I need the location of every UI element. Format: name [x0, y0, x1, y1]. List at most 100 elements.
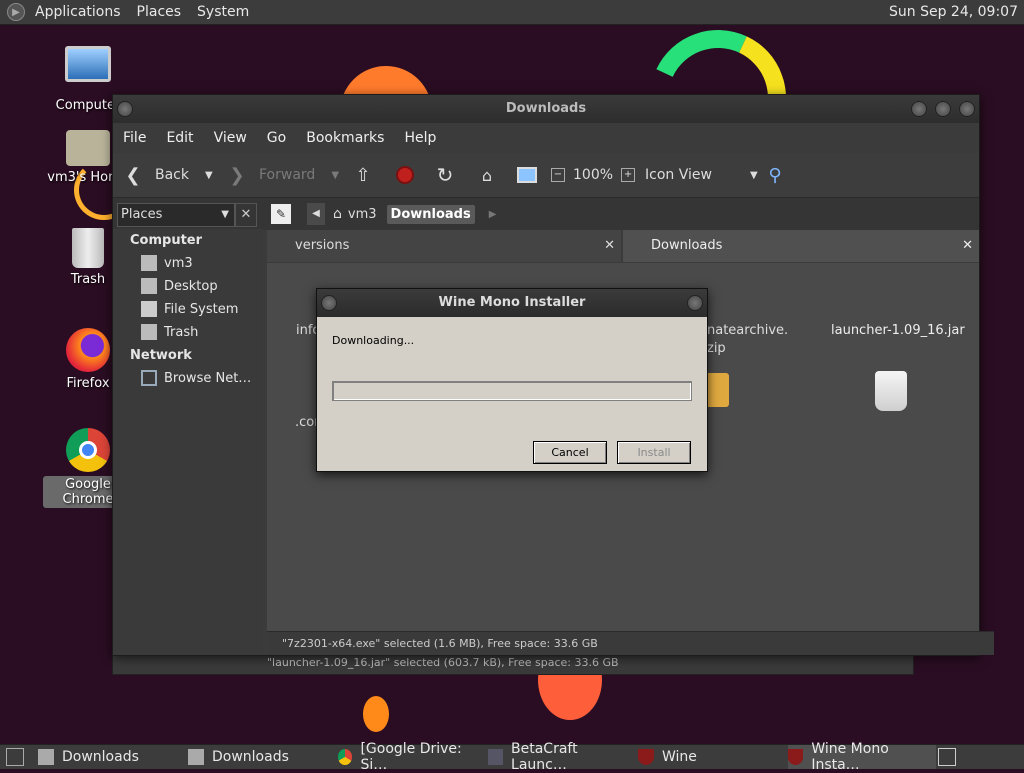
download-status-text: Downloading...: [332, 334, 415, 347]
back-button[interactable]: ❮ Back ▼: [123, 153, 213, 197]
home-icon: [141, 255, 157, 271]
breadcrumb-downloads[interactable]: Downloads: [386, 204, 475, 224]
folder-icon: [38, 749, 54, 765]
tab-downloads[interactable]: Downloads ✕: [623, 230, 979, 262]
show-desktop-button[interactable]: [6, 745, 32, 769]
top-panel: ▶ Applications Places System Sun Sep 24,…: [0, 0, 1024, 25]
maximize-button[interactable]: [935, 101, 951, 117]
task-betacraft[interactable]: BetaCraft Launc…: [488, 741, 630, 773]
task-downloads-1[interactable]: Downloads: [38, 745, 180, 769]
breadcrumb-home-icon: ⌂: [333, 206, 342, 222]
breadcrumb-vm3[interactable]: vm3: [348, 207, 377, 222]
window-menu-button[interactable]: [117, 101, 133, 117]
search-button[interactable]: ⚲: [765, 153, 785, 197]
clock[interactable]: Sun Sep 24, 09:07: [889, 4, 1018, 20]
search-icon: ⚲: [768, 164, 782, 186]
close-tab-icon[interactable]: ✕: [962, 230, 973, 262]
drive-icon: [141, 301, 157, 317]
file-label-natearchive[interactable]: natearchive.: [707, 323, 788, 338]
java-icon: [488, 749, 504, 765]
forward-label: Forward: [259, 167, 316, 183]
chrome-icon: [66, 428, 110, 472]
menu-file[interactable]: File: [113, 130, 156, 146]
close-sidebar-button[interactable]: ✕: [235, 203, 257, 227]
task-wine[interactable]: Wine: [638, 745, 780, 769]
system-menu[interactable]: System: [189, 4, 257, 20]
jar-file-icon[interactable]: [875, 371, 907, 411]
forward-history-chevron-icon[interactable]: ▼: [331, 170, 339, 181]
file-label-zip[interactable]: zip: [707, 341, 726, 356]
task-downloads-2[interactable]: Downloads: [188, 745, 330, 769]
dialog-close-button[interactable]: [687, 295, 703, 311]
up-button[interactable]: ⇧: [353, 153, 373, 197]
places-menu[interactable]: Places: [129, 4, 190, 20]
breadcrumb-left-arrow-icon[interactable]: ◀: [307, 203, 325, 225]
menu-edit[interactable]: Edit: [156, 130, 203, 146]
sidebar-heading-network: Network: [130, 348, 192, 363]
window-title: Downloads: [505, 101, 587, 116]
wine-icon: [638, 749, 654, 765]
places-selector-label: Places: [121, 207, 163, 222]
zoom-control[interactable]: − 100% +: [551, 153, 636, 197]
applications-menu[interactable]: Applications: [27, 4, 129, 20]
menu-go[interactable]: Go: [257, 130, 296, 146]
task-wine-mono-installer[interactable]: Wine Mono Insta…: [788, 741, 936, 773]
cancel-button[interactable]: Cancel: [533, 441, 607, 464]
network-icon: [141, 370, 157, 386]
menu-help[interactable]: Help: [394, 130, 446, 146]
dialog-titlebar[interactable]: Wine Mono Installer: [317, 289, 707, 317]
menu-view[interactable]: View: [204, 130, 257, 146]
menu-bookmarks[interactable]: Bookmarks: [296, 130, 394, 146]
forward-button[interactable]: ❯ Forward ▼: [227, 153, 339, 197]
close-tab-icon[interactable]: ✕: [604, 230, 615, 262]
sidebar: Computer vm3 Desktop File System Trash N…: [113, 229, 263, 655]
workspace-icon: [938, 748, 956, 766]
folder-icon: [188, 749, 204, 765]
dialog-menu-button[interactable]: [321, 295, 337, 311]
sidebar-item-vm3[interactable]: vm3: [141, 255, 193, 271]
background-status-text: "launcher-1.09_16.jar" selected (603.7 k…: [267, 656, 619, 669]
home-icon: ⌂: [481, 165, 493, 185]
toolbar: ❮ Back ▼ ❯ Forward ▼ ⇧ ↻ ⌂ − 100% + Icon…: [113, 153, 979, 198]
wine-mono-installer-dialog[interactable]: Wine Mono Installer Downloading... Cance…: [316, 288, 708, 472]
minimize-button[interactable]: [911, 101, 927, 117]
home-button[interactable]: ⌂: [477, 153, 497, 197]
distro-logo-icon[interactable]: ▶: [7, 3, 25, 21]
tab-versions[interactable]: versions ✕: [267, 230, 621, 262]
dialog-body: Downloading... Cancel Install: [317, 317, 707, 471]
workspace-switcher[interactable]: [938, 745, 964, 769]
chrome-icon: [338, 749, 353, 765]
trash-icon: [72, 228, 104, 268]
sidebar-item-browse-network[interactable]: Browse Net…: [141, 370, 251, 386]
taskbar: Downloads Downloads [Google Drive: Si… B…: [0, 741, 1024, 773]
places-selector[interactable]: Places ▼: [117, 203, 235, 227]
computer-icon: [65, 46, 111, 82]
file-label-launcher-jar[interactable]: launcher-1.09_16.jar: [831, 323, 965, 338]
wallpaper-orange-blob-small: [363, 696, 389, 732]
sidebar-item-desktop[interactable]: Desktop: [141, 278, 218, 294]
desktop-folder-icon: [141, 278, 157, 294]
sidebar-item-trash[interactable]: Trash: [141, 324, 198, 340]
zoom-out-icon[interactable]: −: [551, 168, 565, 182]
close-button[interactable]: [959, 101, 975, 117]
computer-icon: [517, 165, 537, 185]
location-bar: Places ▼ ✕ ✎ ◀ ⌂ vm3 Downloads ▶: [113, 198, 979, 230]
stop-button[interactable]: [395, 153, 415, 197]
edit-location-icon[interactable]: ✎: [271, 204, 291, 224]
computer-button[interactable]: [517, 153, 537, 197]
view-mode-select[interactable]: Icon View ▼: [645, 153, 758, 197]
back-label: Back: [155, 167, 189, 183]
sidebar-item-file-system[interactable]: File System: [141, 301, 238, 317]
download-progress-bar: [332, 381, 692, 401]
sidebar-heading-computer: Computer: [130, 233, 203, 248]
install-button[interactable]: Install: [617, 441, 691, 464]
zoom-in-icon[interactable]: +: [621, 168, 636, 182]
back-history-chevron-icon[interactable]: ▼: [205, 170, 213, 181]
breadcrumb-right-arrow-icon[interactable]: ▶: [489, 209, 497, 220]
view-mode-label: Icon View: [645, 167, 712, 183]
breadcrumb: ⌂ vm3 Downloads ▶: [333, 203, 496, 225]
file-manager-titlebar[interactable]: Downloads: [113, 95, 979, 123]
chevron-down-icon: ▼: [221, 209, 229, 220]
reload-button[interactable]: ↻: [435, 153, 455, 197]
task-chrome[interactable]: [Google Drive: Si…: [338, 741, 480, 773]
